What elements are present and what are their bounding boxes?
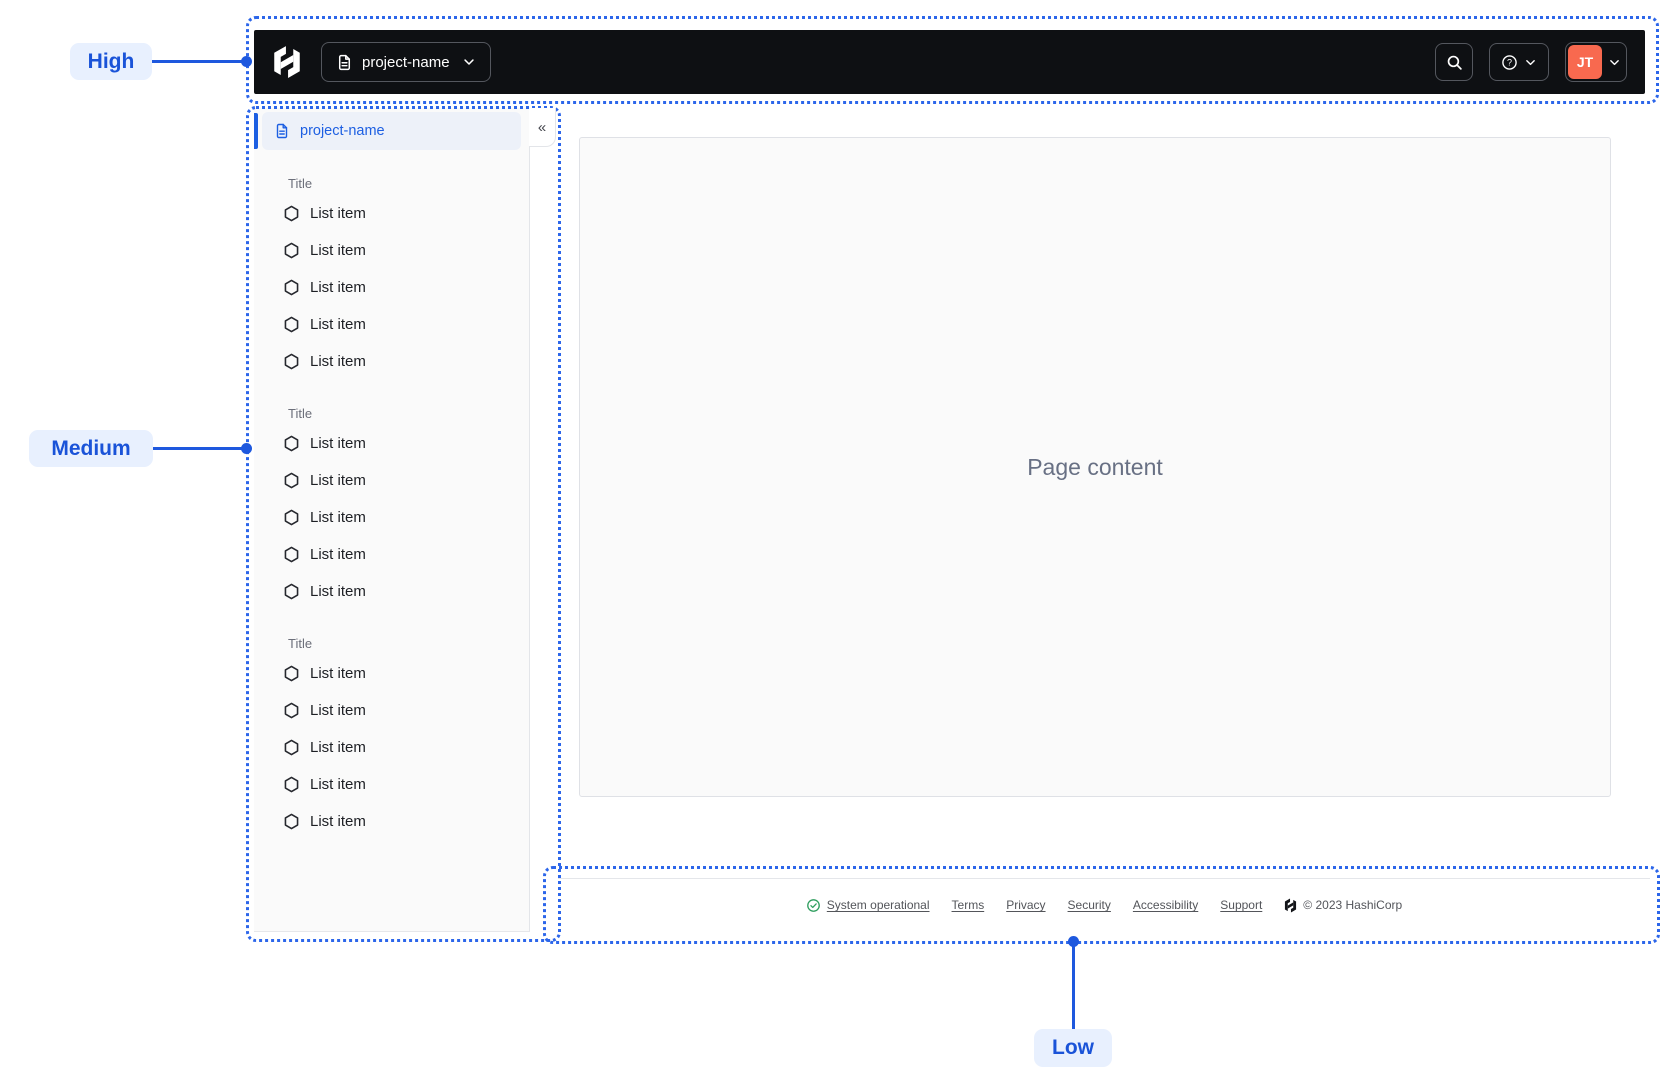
hexagon-icon	[283, 353, 300, 370]
sidebar-section-title: Title	[288, 176, 313, 191]
top-navigation-bar: project-name ? JT	[254, 30, 1645, 94]
screenshot-canvas: project-name ? JT project-name Title Lis…	[0, 0, 1672, 1078]
annotation-connector-high	[152, 60, 246, 63]
help-menu-button[interactable]: ?	[1489, 43, 1549, 81]
footer: System operational Terms Privacy Securit…	[558, 878, 1650, 931]
sidebar-item-label: List item	[310, 776, 366, 793]
sidebar-item-label: List item	[310, 739, 366, 756]
active-item-indicator	[254, 113, 258, 149]
hexagon-icon	[283, 813, 300, 830]
sidebar-item-label: List item	[310, 472, 366, 489]
annotation-label-low: Low	[1034, 1029, 1112, 1067]
hexagon-icon	[283, 472, 300, 489]
sidebar-item-label: List item	[310, 665, 366, 682]
sidebar-list-item[interactable]: List item	[254, 425, 529, 462]
check-circle-icon	[806, 898, 821, 913]
search-button[interactable]	[1435, 43, 1473, 81]
annotation-connector-medium	[153, 447, 246, 450]
footer-link-privacy[interactable]: Privacy	[1006, 898, 1045, 912]
sidebar-item-label: List item	[310, 316, 366, 333]
search-icon	[1446, 54, 1463, 71]
sidebar-list-item[interactable]: List item	[254, 536, 529, 573]
sidebar-list-item[interactable]: List item	[254, 232, 529, 269]
project-switcher-label: project-name	[362, 53, 450, 71]
hexagon-icon	[283, 205, 300, 222]
sidebar-item-label: List item	[310, 242, 366, 259]
avatar: JT	[1568, 45, 1602, 79]
chevron-down-icon	[1602, 56, 1626, 69]
annotation-dot-high	[241, 56, 252, 67]
sidebar-item-label: List item	[310, 813, 366, 830]
project-switcher-button[interactable]: project-name	[321, 42, 491, 82]
chevron-down-icon	[462, 55, 476, 69]
copyright: © 2023 HashiCorp	[1284, 898, 1402, 913]
sidebar-list-item[interactable]: List item	[254, 462, 529, 499]
sidebar: project-name Title List item List item L…	[254, 108, 530, 932]
footer-link-terms[interactable]: Terms	[952, 898, 985, 912]
sidebar-collapse-button[interactable]: «	[529, 108, 556, 147]
hexagon-icon	[283, 509, 300, 526]
sidebar-item-label: List item	[310, 435, 366, 452]
sidebar-list-item[interactable]: List item	[254, 573, 529, 610]
hexagon-icon	[283, 583, 300, 600]
footer-link-security[interactable]: Security	[1068, 898, 1111, 912]
hexagon-icon	[283, 776, 300, 793]
hashicorp-logo	[1284, 898, 1297, 913]
footer-link-support[interactable]: Support	[1220, 898, 1262, 912]
sidebar-list-item[interactable]: List item	[254, 343, 529, 380]
system-status-link[interactable]: System operational	[827, 898, 930, 912]
sidebar-item-label: List item	[310, 279, 366, 296]
sidebar-section-title: Title	[288, 636, 313, 651]
annotation-label-medium: Medium	[29, 430, 153, 467]
footer-link-accessibility[interactable]: Accessibility	[1133, 898, 1198, 912]
user-menu-button[interactable]: JT	[1565, 42, 1627, 82]
sidebar-active-label: project-name	[300, 123, 385, 139]
file-text-icon	[336, 54, 353, 71]
sidebar-section-title: Title	[288, 406, 313, 421]
sidebar-list-item[interactable]: List item	[254, 766, 529, 803]
system-status: System operational	[806, 898, 930, 913]
sidebar-item-label: List item	[310, 546, 366, 563]
hashicorp-logo	[272, 45, 302, 79]
hexagon-icon	[283, 316, 300, 333]
help-icon: ?	[1501, 54, 1518, 71]
hexagon-icon	[283, 702, 300, 719]
sidebar-list-item[interactable]: List item	[254, 269, 529, 306]
hexagon-icon	[283, 435, 300, 452]
hexagon-icon	[283, 279, 300, 296]
annotation-label-high: High	[70, 43, 152, 80]
hexagon-icon	[283, 739, 300, 756]
hexagon-icon	[283, 242, 300, 259]
sidebar-list-item[interactable]: List item	[254, 195, 529, 232]
sidebar-item-label: List item	[310, 702, 366, 719]
hexagon-icon	[283, 546, 300, 563]
annotation-dot-medium	[241, 443, 252, 454]
sidebar-item-label: List item	[310, 353, 366, 370]
sidebar-list-item[interactable]: List item	[254, 306, 529, 343]
sidebar-item-label: List item	[310, 205, 366, 222]
collapse-icon: «	[537, 118, 547, 136]
sidebar-item-label: List item	[310, 583, 366, 600]
sidebar-list-item[interactable]: List item	[254, 499, 529, 536]
page-content-placeholder: Page content	[1027, 453, 1163, 480]
sidebar-item-project-name[interactable]: project-name	[262, 112, 521, 150]
copyright-text: © 2023 HashiCorp	[1303, 898, 1403, 912]
annotation-connector-low	[1072, 941, 1075, 1029]
sidebar-list-item[interactable]: List item	[254, 655, 529, 692]
sidebar-list-item[interactable]: List item	[254, 729, 529, 766]
hexagon-icon	[283, 665, 300, 682]
svg-text:?: ?	[1507, 57, 1512, 67]
sidebar-list-item[interactable]: List item	[254, 803, 529, 840]
sidebar-list-item[interactable]: List item	[254, 692, 529, 729]
chevron-down-icon	[1524, 56, 1537, 69]
sidebar-item-label: List item	[310, 509, 366, 526]
file-text-icon	[274, 123, 290, 139]
page-content-area: Page content	[579, 137, 1611, 797]
